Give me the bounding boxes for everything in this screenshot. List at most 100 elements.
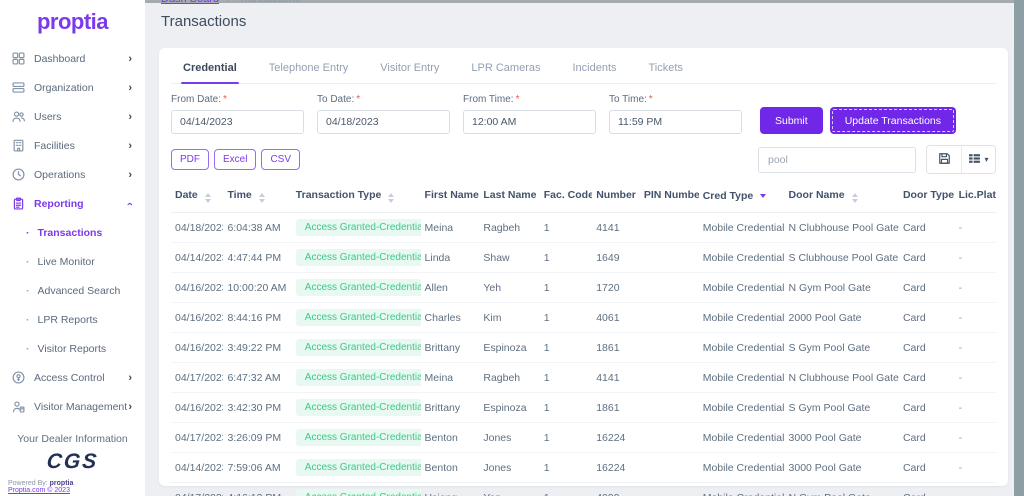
export-excel-button[interactable]: Excel (214, 149, 257, 170)
sidebar-item-lpr-reports[interactable]: · LPR Reports (0, 305, 145, 334)
filter-label: From Date: * (171, 94, 227, 105)
cell-pin-number (639, 272, 699, 303)
column-label: Last Name (483, 189, 537, 201)
sidebar-item-transactions[interactable]: · Transactions (0, 218, 145, 247)
cell-lic-plate: - (954, 332, 996, 363)
access-control-icon (12, 371, 25, 384)
cell-cred-type: Mobile Credential (698, 452, 785, 483)
cell-door-type: Card (898, 392, 955, 423)
column-header-door-type[interactable]: Door Type (898, 184, 955, 213)
cell-fac-code: 1 (539, 302, 593, 333)
chevron-right-icon: › (128, 52, 132, 65)
tab-incidents[interactable]: Incidents (570, 62, 618, 83)
required-asterisk: * (223, 94, 227, 105)
tab-telephone-entry[interactable]: Telephone Entry (267, 62, 351, 83)
sidebar-item-dashboard[interactable]: Dashboard › (0, 44, 145, 73)
cell-fac-code: 1 (539, 362, 593, 393)
column-label: Time (227, 189, 252, 201)
cell-pin-number (639, 332, 699, 363)
status-badge: Access Granted-Credential (295, 429, 421, 446)
export-pdf-button[interactable]: PDF (171, 149, 209, 170)
cell-first-name: Allen (420, 272, 480, 303)
facilities-icon (12, 139, 25, 152)
sidebar-item-users[interactable]: Users › (0, 102, 145, 131)
brand-logo[interactable]: proptia (0, 0, 145, 44)
cell-door-type: Card (898, 452, 955, 483)
tab-lpr-cameras[interactable]: LPR Cameras (469, 62, 542, 83)
filter-from-date: From Date: * (171, 94, 304, 134)
from-time-input[interactable] (463, 110, 596, 134)
status-badge: Access Granted-Credential (295, 279, 421, 296)
cell-last-name: Espinoza (479, 332, 540, 363)
column-header-transaction-type[interactable]: Transaction Type (291, 184, 421, 213)
sidebar-item-access-control[interactable]: Access Control › (0, 363, 145, 392)
sidebar-item-operations[interactable]: Operations › (0, 160, 145, 189)
sidebar-item-advanced-search[interactable]: · Advanced Search (0, 276, 145, 305)
table-row: 04/17/2023 6:47:32 AM Access Granted-Crede… (171, 362, 996, 393)
column-header-last-name[interactable]: Last Name (479, 184, 540, 213)
tab-visitor-entry[interactable]: Visitor Entry (378, 62, 441, 83)
cell-transaction-type: Access Granted-Credential (291, 302, 421, 333)
cell-door-name: N Clubhouse Pool Gate (788, 221, 899, 234)
column-header-time[interactable]: Time (223, 184, 292, 213)
sidebar-item-visitor-reports[interactable]: · Visitor Reports (0, 334, 145, 363)
column-header-fac-code[interactable]: Fac. Code (539, 184, 593, 213)
breadcrumb-parent[interactable]: Dash Board (161, 0, 219, 5)
cell-transaction-type: Access Granted-Credential (291, 272, 421, 303)
update-transactions-button[interactable]: Update Transactions (829, 107, 956, 134)
cell-fac-code: 1 (543, 221, 550, 234)
cell-cred-type: Mobile Credential (698, 302, 785, 333)
table-options-group: ▾ (926, 145, 996, 174)
columns-toggle-button[interactable]: ▾ (961, 146, 995, 173)
dealer-logo: CGS (45, 450, 100, 473)
cell-door-name: N Clubhouse Pool Gate (784, 362, 899, 393)
save-columns-button[interactable] (927, 146, 961, 173)
column-header-first-name[interactable]: First Name (420, 184, 480, 213)
copyright-link[interactable]: Proptia.com © 2023 (8, 487, 137, 494)
from-date-input[interactable] (171, 110, 304, 134)
cell-door-name: 3000 Pool Gate (784, 452, 899, 483)
cell-time: 3:42:30 PM (223, 392, 292, 423)
sidebar-item-label: Access Control (34, 371, 105, 384)
tab-tickets[interactable]: Tickets (647, 62, 685, 83)
cell-transaction-type: Access Granted-Credential (291, 422, 421, 453)
column-header-date[interactable]: Date (171, 184, 224, 213)
cell-transaction-type: Access Granted-Credential (291, 452, 421, 483)
search-input[interactable] (758, 146, 916, 173)
to-date-input[interactable] (317, 110, 450, 134)
cell-door-type: Card (898, 332, 955, 363)
vertical-scrollbar[interactable] (1014, 0, 1024, 496)
column-header-cred-type[interactable]: Cred Type (698, 184, 785, 213)
status-badge: Access Granted-Credential (295, 369, 421, 386)
sidebar-item-visitor-management[interactable]: Visitor Management › (0, 392, 145, 421)
cell-pin-number (639, 482, 699, 496)
cell-pin-number (639, 452, 699, 483)
cell-door-name: N Gym Pool Gate (784, 272, 899, 303)
cell-number: 4061 (592, 302, 640, 333)
to-time-input[interactable] (609, 110, 742, 134)
sidebar-item-reporting[interactable]: Reporting › (0, 189, 145, 218)
cell-transaction-type: Access Granted-Credential (291, 242, 421, 273)
tab-credential[interactable]: Credential (181, 62, 239, 84)
sidebar-item-live-monitor[interactable]: · Live Monitor (0, 247, 145, 276)
sidebar-item-label: Facilities (34, 139, 75, 152)
status-badge: Access Granted-Credential (295, 249, 421, 266)
column-header-door-name[interactable]: Door Name (784, 184, 899, 213)
filter-label: To Date: * (317, 94, 361, 105)
sidebar-item-organization[interactable]: Organization › (0, 73, 145, 102)
cell-door-type: Card (898, 362, 955, 393)
column-header-lic-plate[interactable]: Lic.Plate (954, 184, 996, 213)
cell-transaction-type: Access Granted-Credential (291, 482, 421, 496)
submit-button[interactable]: Submit (760, 107, 823, 134)
sidebar-item-label: Visitor Management (34, 400, 128, 413)
cell-first-name: Meina (424, 221, 454, 234)
export-csv-button[interactable]: CSV (261, 149, 301, 170)
transactions-table: Date Time Transaction Type First Name Last N… (171, 184, 996, 496)
sidebar-item-label: Reporting (34, 197, 84, 210)
cell-time: 6:47:32 AM (223, 362, 292, 393)
column-header-pin-number[interactable]: PIN Number (639, 184, 699, 213)
column-header-number[interactable]: Number (592, 184, 640, 213)
sidebar-item-facilities[interactable]: Facilities › (0, 131, 145, 160)
table-row: 04/17/20234:16:13 PMAccess Granted-Crede… (171, 482, 996, 496)
cell-last-name: Kim (479, 302, 540, 333)
